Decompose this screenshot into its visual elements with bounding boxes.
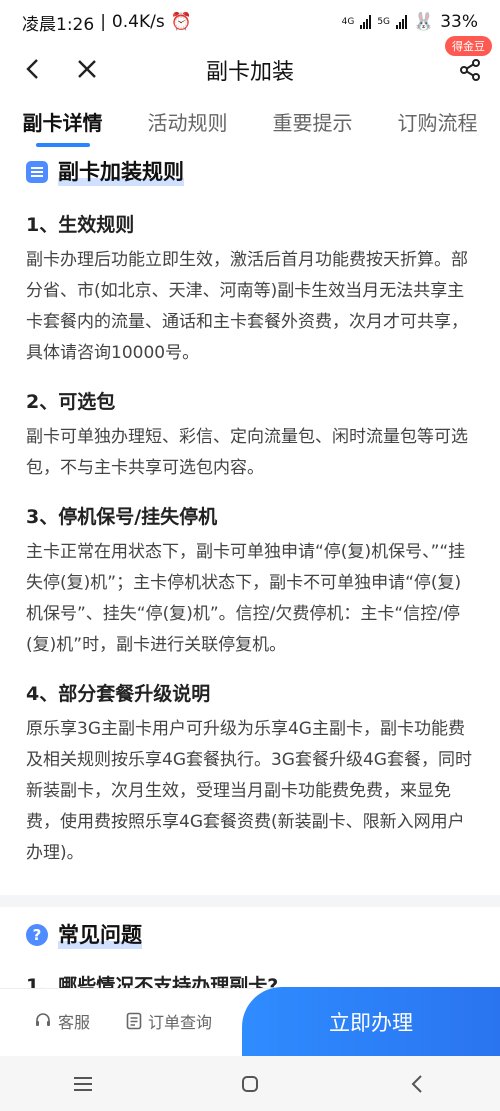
rule-heading: 3、停机保号/挂失停机: [26, 506, 218, 528]
share-icon: [460, 59, 480, 81]
tab-activity-rules[interactable]: 活动规则: [125, 100, 250, 150]
system-back-button[interactable]: [397, 1064, 437, 1104]
system-nav-bar: [0, 1056, 500, 1111]
menu-icon: [74, 1076, 93, 1091]
bottom-action-bar: 客服 订单查询 立即办理: [0, 987, 500, 1057]
question-icon: ?: [26, 924, 48, 946]
network-speed: 0.4K/s: [111, 12, 165, 32]
tab-bar: 副卡详情 活动规则 重要提示 订购流程: [0, 100, 500, 150]
net-5g-label: 5G: [377, 17, 391, 27]
content-area[interactable]: 副卡加装规则 1、生效规则 副卡办理后功能立即生效，激活后首月功能费按天折算。部…: [0, 150, 500, 1000]
tab-card-details[interactable]: 副卡详情: [0, 100, 125, 150]
rule-text: 副卡可单独办理短、彩信、定向流量包、闲时流量包等可选包，不与主卡共享可选包内容。: [26, 427, 468, 478]
document-icon: [26, 161, 48, 183]
rule-text: 主卡正常在用状态下，副卡可单独申请“停(复)机保号、”“挂失停(复)机”；主卡停…: [26, 542, 466, 655]
menu-button[interactable]: [63, 1064, 103, 1104]
document-icon: [126, 1012, 142, 1030]
rule-text: 副卡办理后功能立即生效，激活后首月功能费按天折算。部分省、市(如北京、天津、河南…: [26, 250, 468, 363]
signal-icon: [360, 15, 372, 29]
order-query-label: 订单查询: [148, 1013, 213, 1032]
tab-order-process[interactable]: 订购流程: [375, 100, 500, 150]
home-icon: [241, 1075, 258, 1092]
customer-service-button[interactable]: 客服: [34, 1009, 90, 1033]
order-query-button[interactable]: 订单查询: [126, 1009, 212, 1033]
rule-heading: 1、生效规则: [26, 214, 135, 236]
signal-icon-2: [396, 15, 408, 29]
status-time: 凌晨1:26: [22, 14, 95, 35]
net-4g-label: 4G: [341, 17, 355, 27]
faq-title: 常见问题: [58, 919, 142, 951]
rule-heading: 4、部分套餐升级说明: [26, 683, 211, 705]
section-header: 副卡加装规则: [0, 152, 500, 192]
rule-text: 原乐享3G主副卡用户可升级为乐享4G主副卡，副卡功能费及相关规则按乐享4G套餐执…: [26, 719, 472, 863]
chevron-left-icon: [411, 1074, 422, 1093]
title-bar: 副卡加装 得金豆: [0, 36, 500, 94]
home-button[interactable]: [230, 1064, 270, 1104]
share-button[interactable]: [458, 58, 482, 82]
rule-heading: 2、可选包: [26, 391, 116, 413]
alarm-icon: ⏰: [170, 12, 192, 32]
page-title: 副卡加装: [205, 60, 294, 85]
rule-block: 4、部分套餐升级说明 原乐享3G主副卡用户可升级为乐享4G主副卡，副卡功能费及相…: [0, 679, 500, 869]
section-divider: [0, 895, 500, 907]
rule-block: 2、可选包 副卡可单独办理短、彩信、定向流量包、闲时流量包等可选包，不与主卡共享…: [0, 387, 500, 484]
section-title: 副卡加装规则: [58, 156, 184, 188]
rule-block: 1、生效规则 副卡办理后功能立即生效，激活后首月功能费按天折算。部分省、市(如北…: [0, 210, 500, 369]
apply-now-button[interactable]: 立即办理: [242, 987, 500, 1057]
status-bar: 凌晨1:26 | 0.4K/s ⏰ 4G 5G 🐰 33%: [0, 0, 500, 44]
headset-icon: [36, 1013, 50, 1026]
rule-block: 3、停机保号/挂失停机 主卡正常在用状态下，副卡可单独申请“停(复)机保号、”“…: [0, 502, 500, 661]
customer-service-label: 客服: [58, 1013, 91, 1032]
bunny-icon: 🐰: [413, 12, 435, 32]
faq-header: ? 常见问题: [0, 907, 500, 963]
battery-level: 33%: [440, 12, 478, 32]
tab-important-notes[interactable]: 重要提示: [250, 100, 375, 150]
coin-badge[interactable]: 得金豆: [445, 36, 492, 56]
